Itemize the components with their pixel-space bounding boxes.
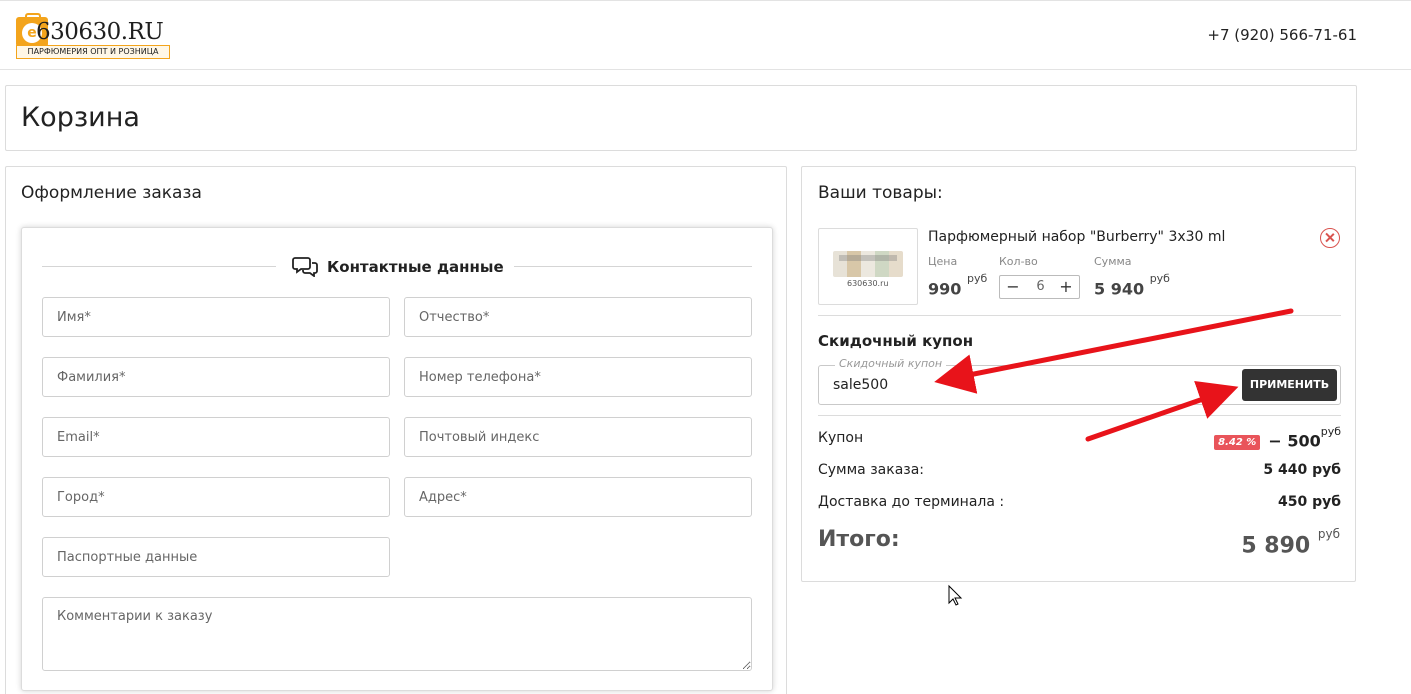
thumbnail-caption: 630630.ru	[847, 279, 889, 288]
city-input[interactable]	[42, 477, 390, 517]
item-sum: 5 940 руб	[1094, 272, 1170, 300]
cart-panel: Ваши товары: 630630.ru Парфюмерный набор…	[801, 166, 1356, 582]
logo-subtitle: ПАРФЮМЕРИЯ ОПТ И РОЗНИЦА	[16, 45, 170, 59]
mouse-cursor-icon	[948, 584, 963, 606]
address-input[interactable]	[404, 477, 752, 517]
order-sum-value: 5 440 руб	[1263, 462, 1341, 478]
currency-label: руб	[1320, 425, 1341, 438]
delivery-label: Доставка до терминала :	[818, 494, 1005, 510]
qty-minus-button[interactable]: −	[1002, 276, 1024, 298]
remove-item-button[interactable]	[1320, 228, 1340, 248]
page-title: Корзина	[21, 102, 140, 133]
product-name[interactable]: Парфюмерный набор "Burberry" 3x30 ml	[928, 227, 1225, 247]
currency-label: руб	[1317, 527, 1340, 541]
contact-header: Контактные данные	[42, 254, 752, 280]
currency-label: руб	[1149, 272, 1170, 285]
coupon-row-label: Купон	[818, 430, 864, 446]
order-title: Оформление заказа	[21, 183, 202, 203]
first-name-input[interactable]	[42, 297, 390, 337]
patronymic-input[interactable]	[404, 297, 752, 337]
discount-badge: 8.42 %	[1214, 434, 1261, 450]
order-panel: Оформление заказа Контактные данные	[5, 166, 787, 694]
header-phone[interactable]: +7 (920) 566-71-61	[1207, 25, 1357, 45]
divider	[42, 266, 276, 267]
total-value: 5 890 руб	[1241, 525, 1340, 561]
contact-title: Контактные данные	[327, 258, 504, 276]
apply-coupon-button[interactable]: ПРИМЕНИТЬ	[1242, 369, 1337, 401]
currency-label: руб	[966, 272, 988, 285]
coupon-discount: 8.42 % − 500руб	[1214, 425, 1341, 454]
passport-input[interactable]	[42, 537, 390, 577]
chat-bubbles-icon	[292, 257, 318, 277]
last-name-input[interactable]	[42, 357, 390, 397]
phone-input[interactable]	[404, 357, 752, 397]
email-input[interactable]	[42, 417, 390, 457]
top-bar: e 630630.RU ПАРФЮМЕРИЯ ОПТ И РОЗНИЦА +7 …	[0, 0, 1411, 70]
coupon-input[interactable]	[833, 374, 1133, 396]
quantity-stepper: − +	[999, 275, 1080, 299]
item-sum-value: 5 940	[1094, 279, 1145, 299]
delivery-row: Доставка до терминала : 450 руб	[818, 491, 1341, 513]
total-label: Итого:	[818, 527, 900, 552]
order-sum-row: Сумма заказа: 5 440 руб	[818, 459, 1341, 481]
cart-title: Ваши товары:	[818, 183, 943, 203]
product-thumbnail[interactable]: 630630.ru	[818, 228, 918, 305]
sum-label: Сумма	[1094, 255, 1132, 268]
coupon-row: Купон 8.42 % − 500руб	[818, 425, 1341, 451]
price-label: Цена	[928, 255, 958, 268]
divider	[818, 415, 1341, 416]
coupon-field: Скидочный купон ПРИМЕНИТЬ	[818, 357, 1341, 405]
site-logo[interactable]: e 630630.RU ПАРФЮМЕРИЯ ОПТ И РОЗНИЦА	[16, 13, 170, 59]
divider	[514, 266, 752, 267]
coupon-heading: Скидочный купон	[818, 332, 974, 350]
postcode-input[interactable]	[404, 417, 752, 457]
item-price-value: 990	[928, 279, 962, 299]
item-price: 990 руб	[928, 272, 988, 300]
order-sum-label: Сумма заказа:	[818, 462, 925, 478]
divider	[818, 315, 1341, 316]
comment-textarea[interactable]	[42, 597, 752, 671]
delivery-value: 450 руб	[1277, 494, 1341, 510]
product-image	[833, 251, 903, 277]
contact-form: Контактные данные	[21, 227, 773, 691]
coupon-legend: Скидочный купон	[835, 357, 947, 371]
page-title-panel: Корзина	[5, 85, 1357, 151]
total-amount: 5 890	[1241, 533, 1311, 559]
qty-plus-button[interactable]: +	[1055, 276, 1077, 298]
qty-input[interactable]	[1024, 276, 1057, 298]
logo-text: 630630.RU	[36, 19, 164, 45]
qty-label: Кол-во	[999, 255, 1038, 268]
discount-value: − 500	[1268, 431, 1321, 451]
